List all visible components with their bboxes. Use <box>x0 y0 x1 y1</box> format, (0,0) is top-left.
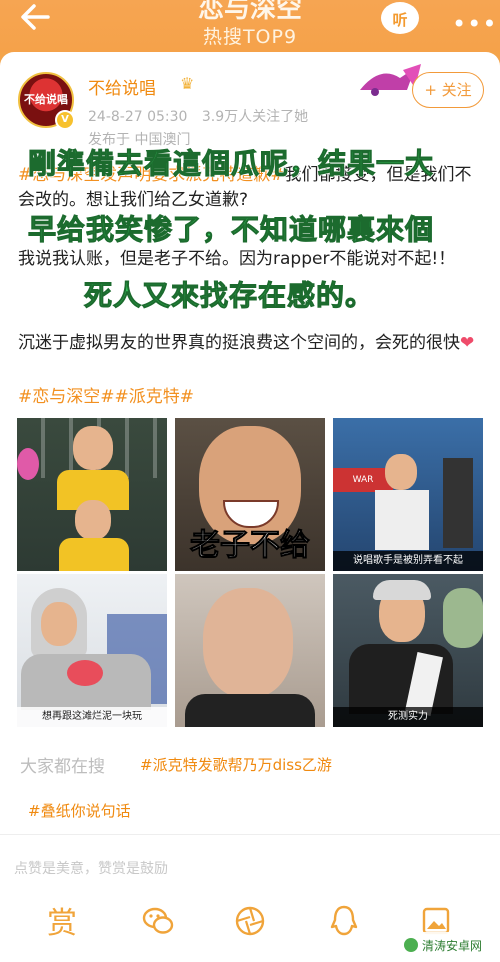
verified-badge-icon: V <box>55 110 75 130</box>
qq-icon <box>330 905 358 936</box>
image-thumbnail[interactable]: WAR 说唱歌手是被别弄看不起 <box>333 418 483 571</box>
search-suggestion[interactable]: #叠纸你说句话 <box>28 800 131 821</box>
image-caption: 说唱歌手是被别弄看不起 <box>333 551 483 571</box>
reward-hint: 点赞是美意，赞赏是鼓励 <box>14 861 168 877</box>
image-thumbnail[interactable] <box>175 574 325 727</box>
overlay-text-line-2: 早给我笑惨了，不知道哪裏來個 <box>27 213 435 247</box>
post-card: 不给说唱 V 不给说唱 ♛ 24-8-27 05:30 3.9万人关注了她 发布… <box>0 52 500 962</box>
comment-button[interactable] <box>136 904 180 948</box>
hashtag-link[interactable]: #派克特# <box>115 387 195 407</box>
image-caption: 死测实力 <box>333 707 483 727</box>
image-thumbnail[interactable] <box>17 418 167 571</box>
post-meta: 24-8-27 05:30 3.9万人关注了她 <box>88 106 308 126</box>
qq-button[interactable] <box>322 904 366 948</box>
reward-icon: 赏 <box>47 906 77 941</box>
post-paragraph-2: 我说我认账，但是老子不给。因为rapper不能说对不起!！ <box>18 249 456 269</box>
image-thumbnail[interactable]: 想再跟这滩烂泥一块玩 <box>17 574 167 727</box>
post-paragraph-3: 沉迷于虚拟男友的世界真的挺浪费这个空间的，会死的很快❤ <box>18 331 484 356</box>
overlay-text-line-1: 剛準備去看這個瓜呢，结果一大 <box>27 147 435 181</box>
follower-count: 3.9万人关注了她 <box>201 109 309 125</box>
heart-icon: ❤ <box>460 333 475 353</box>
reward-button[interactable]: 赏 <box>40 904 84 948</box>
divider <box>0 834 500 835</box>
listen-button[interactable]: 听 <box>381 2 419 34</box>
hot-rank: 热搜TOP9 <box>202 26 298 48</box>
follow-button[interactable]: + 关注 <box>412 72 484 108</box>
more-menu-icon[interactable]: ••• <box>452 10 497 38</box>
watermark-logo-icon <box>404 938 418 952</box>
overlay-text-line-3: 死人又來找存在感的。 <box>83 279 375 313</box>
image-thumbnail[interactable]: 死测实力 <box>333 574 483 727</box>
post-date: 24-8-27 05:30 <box>88 109 188 125</box>
search-suggestion[interactable]: #派克特发歌帮乃万diss乙游 <box>140 754 332 775</box>
crown-icon: ♛ <box>180 74 195 93</box>
aperture-icon <box>235 906 265 936</box>
top-header: 恋与深空 热搜TOP9 听 ••• <box>0 0 500 52</box>
author-name[interactable]: 不给说唱 <box>88 74 156 99</box>
wechat-icon <box>142 907 174 934</box>
moments-button[interactable] <box>228 904 272 948</box>
post-text: 沉迷于虚拟男友的世界真的挺浪费这个空间的，会死的很快 <box>18 333 460 353</box>
hashtag-link[interactable]: #恋与深空# <box>18 387 115 407</box>
search-section-label: 大家都在搜 <box>20 757 105 777</box>
listen-icon: 听 <box>392 11 408 29</box>
image-caption: 想再跟这滩烂泥一块玩 <box>17 707 167 727</box>
image-caption-text: 老子不给 <box>190 528 311 564</box>
post-tags: #恋与深空##派克特# <box>18 385 484 410</box>
image-thumbnail[interactable]: 老子不给 <box>175 418 325 571</box>
avatar-text: 不给说唱 <box>24 93 68 106</box>
watermark: 清涛安卓网 <box>400 932 492 960</box>
